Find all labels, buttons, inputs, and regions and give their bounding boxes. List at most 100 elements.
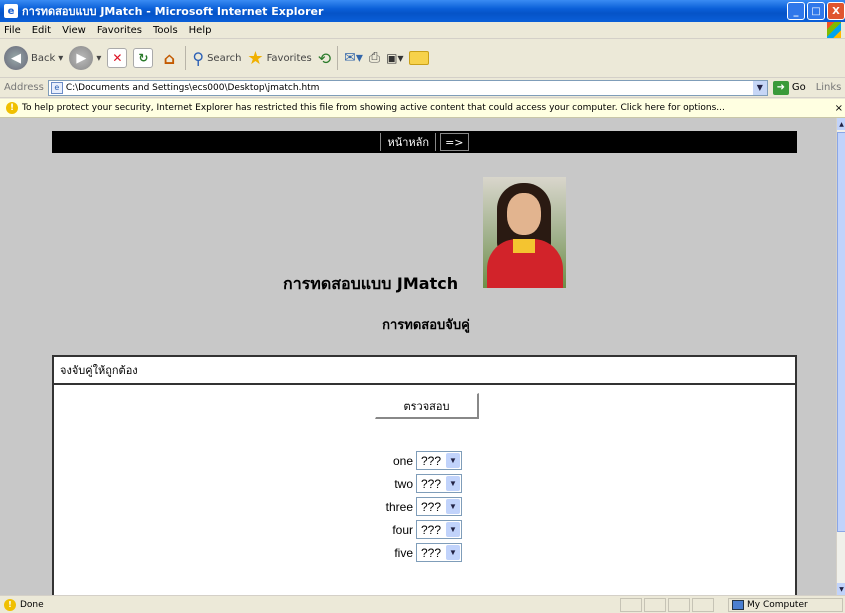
go-button[interactable]: ➜ Go <box>772 80 806 95</box>
chevron-down-icon[interactable]: ▾ <box>96 53 101 64</box>
match-row: three ??? ▼ <box>354 495 514 518</box>
window-titlebar: e การทดสอบแบบ JMatch - Microsoft Interne… <box>0 0 845 22</box>
match-select[interactable]: ??? ▼ <box>416 543 462 562</box>
chevron-down-icon[interactable]: ▼ <box>446 476 460 491</box>
nav-bar: หน้าหลัก => <box>52 131 797 153</box>
window-title: การทดสอบแบบ JMatch - Microsoft Internet … <box>22 5 324 18</box>
history-icon[interactable]: ⟲ <box>318 49 331 68</box>
menu-view[interactable]: View <box>62 25 86 36</box>
match-select[interactable]: ??? ▼ <box>416 474 462 493</box>
back-arrow-icon: ◀ <box>4 46 28 70</box>
search-button[interactable]: ⚲ Search <box>192 49 241 68</box>
chevron-down-icon[interactable]: ▼ <box>446 499 460 514</box>
computer-icon <box>732 600 744 610</box>
edit-icon[interactable]: ▣▾ <box>386 51 403 65</box>
instruction-text: จงจับคู่ให้ถูกต้อง <box>60 364 138 377</box>
back-label: Back <box>31 52 56 64</box>
nav-next-link[interactable]: => <box>440 133 469 151</box>
page-status-icon: ! <box>4 598 16 611</box>
folder-icon[interactable] <box>409 51 430 65</box>
menu-tools[interactable]: Tools <box>153 25 178 36</box>
scroll-thumb[interactable] <box>837 132 845 532</box>
security-zone-label: My Computer <box>747 600 808 610</box>
maximize-button[interactable]: □ <box>807 2 825 20</box>
minimize-button[interactable]: _ <box>787 2 805 20</box>
instruction-box: จงจับคู่ให้ถูกต้อง <box>52 355 797 385</box>
menu-edit[interactable]: Edit <box>32 25 51 36</box>
windows-logo-icon <box>827 22 841 38</box>
favorites-label: Favorites <box>266 52 312 64</box>
print-icon[interactable]: ⎙ <box>369 50 380 66</box>
match-label: one <box>392 453 413 468</box>
info-bar-message: To help protect your security, Internet … <box>22 103 725 113</box>
page-content: หน้าหลัก => การทดสอบแบบ JMatch การทดสอบจ… <box>0 118 836 595</box>
security-zone: My Computer <box>728 598 843 612</box>
menu-help[interactable]: Help <box>189 25 212 36</box>
match-row: one ??? ▼ <box>354 449 514 472</box>
search-label: Search <box>207 52 242 64</box>
forward-arrow-icon: ▶ <box>69 46 94 70</box>
match-list: one ??? ▼ two ??? ▼ three ??? ▼ four ???… <box>354 449 514 564</box>
match-label: three <box>385 499 413 514</box>
mail-icon[interactable]: ✉▾ <box>344 50 363 66</box>
quiz-panel: ตรวจสอบ one ??? ▼ two ??? ▼ three ??? ▼ … <box>52 385 797 595</box>
chevron-down-icon[interactable]: ▼ <box>446 522 460 537</box>
chevron-down-icon[interactable]: ▼ <box>446 453 460 468</box>
star-icon: ★ <box>247 47 264 69</box>
menu-file[interactable]: File <box>4 25 21 36</box>
match-select[interactable]: ??? ▼ <box>416 451 462 470</box>
match-row: two ??? ▼ <box>354 472 514 495</box>
refresh-icon[interactable]: ↻ <box>133 48 154 68</box>
links-button[interactable]: Links <box>816 82 842 93</box>
page-icon: e <box>50 81 63 94</box>
close-icon[interactable]: × <box>835 103 843 114</box>
match-label: two <box>394 476 413 491</box>
chevron-down-icon[interactable]: ▼ <box>446 545 460 560</box>
match-select-value: ??? <box>421 453 442 468</box>
match-select-value: ??? <box>421 476 442 491</box>
forward-button[interactable]: ▶ ▾ <box>69 46 101 70</box>
match-select-value: ??? <box>421 545 442 560</box>
toolbar-separator <box>185 46 187 70</box>
match-select-value: ??? <box>421 499 442 514</box>
home-icon[interactable]: ⌂ <box>159 48 179 68</box>
header-photo <box>483 177 566 288</box>
security-info-bar[interactable]: ! To help protect your security, Interne… <box>0 99 845 118</box>
go-label: Go <box>791 82 806 93</box>
address-input[interactable]: e C:\Documents and Settings\ecs000\Deskt… <box>47 79 768 96</box>
chevron-down-icon[interactable]: ▾ <box>58 53 63 64</box>
match-label: four <box>392 522 413 537</box>
match-select[interactable]: ??? ▼ <box>416 520 462 539</box>
vertical-scrollbar[interactable]: ▲ ▼ <box>836 118 845 595</box>
chevron-down-icon[interactable]: ▼ <box>752 80 767 95</box>
match-select-value: ??? <box>421 522 442 537</box>
scroll-up-icon[interactable]: ▲ <box>837 118 845 130</box>
address-label: Address <box>4 82 44 93</box>
status-panes <box>620 598 714 612</box>
nav-home-link[interactable]: หน้าหลัก <box>380 133 437 151</box>
menu-favorites[interactable]: Favorites <box>97 25 142 36</box>
back-button[interactable]: ◀ Back ▾ <box>4 46 63 70</box>
stop-icon[interactable]: ✕ <box>107 48 128 68</box>
toolbar: ◀ Back ▾ ▶ ▾ ✕ ↻ ⌂ ⚲ Search ★ Favorites … <box>0 39 845 78</box>
status-text: Done <box>20 599 44 610</box>
match-select[interactable]: ??? ▼ <box>416 497 462 516</box>
status-bar: ! Done My Computer <box>0 595 845 613</box>
address-bar: Address e C:\Documents and Settings\ecs0… <box>0 78 845 98</box>
favorites-button[interactable]: ★ Favorites <box>247 48 311 69</box>
ie-icon: e <box>4 4 18 18</box>
check-answers-button[interactable]: ตรวจสอบ <box>375 393 479 419</box>
shield-icon: ! <box>6 102 18 114</box>
address-url: C:\Documents and Settings\ecs000\Desktop… <box>65 82 320 93</box>
window-controls: _ □ X <box>787 2 845 20</box>
toolbar-separator <box>337 46 339 70</box>
page-title: การทดสอบแบบ JMatch <box>283 274 459 293</box>
close-button[interactable]: X <box>827 2 845 20</box>
match-row: four ??? ▼ <box>354 518 514 541</box>
page-subtitle: การทดสอบจับคู่ <box>382 318 470 333</box>
search-icon: ⚲ <box>192 48 205 68</box>
match-label: five <box>394 545 413 560</box>
scroll-down-icon[interactable]: ▼ <box>837 583 845 595</box>
go-arrow-icon: ➜ <box>772 80 789 95</box>
match-row: five ??? ▼ <box>354 541 514 564</box>
